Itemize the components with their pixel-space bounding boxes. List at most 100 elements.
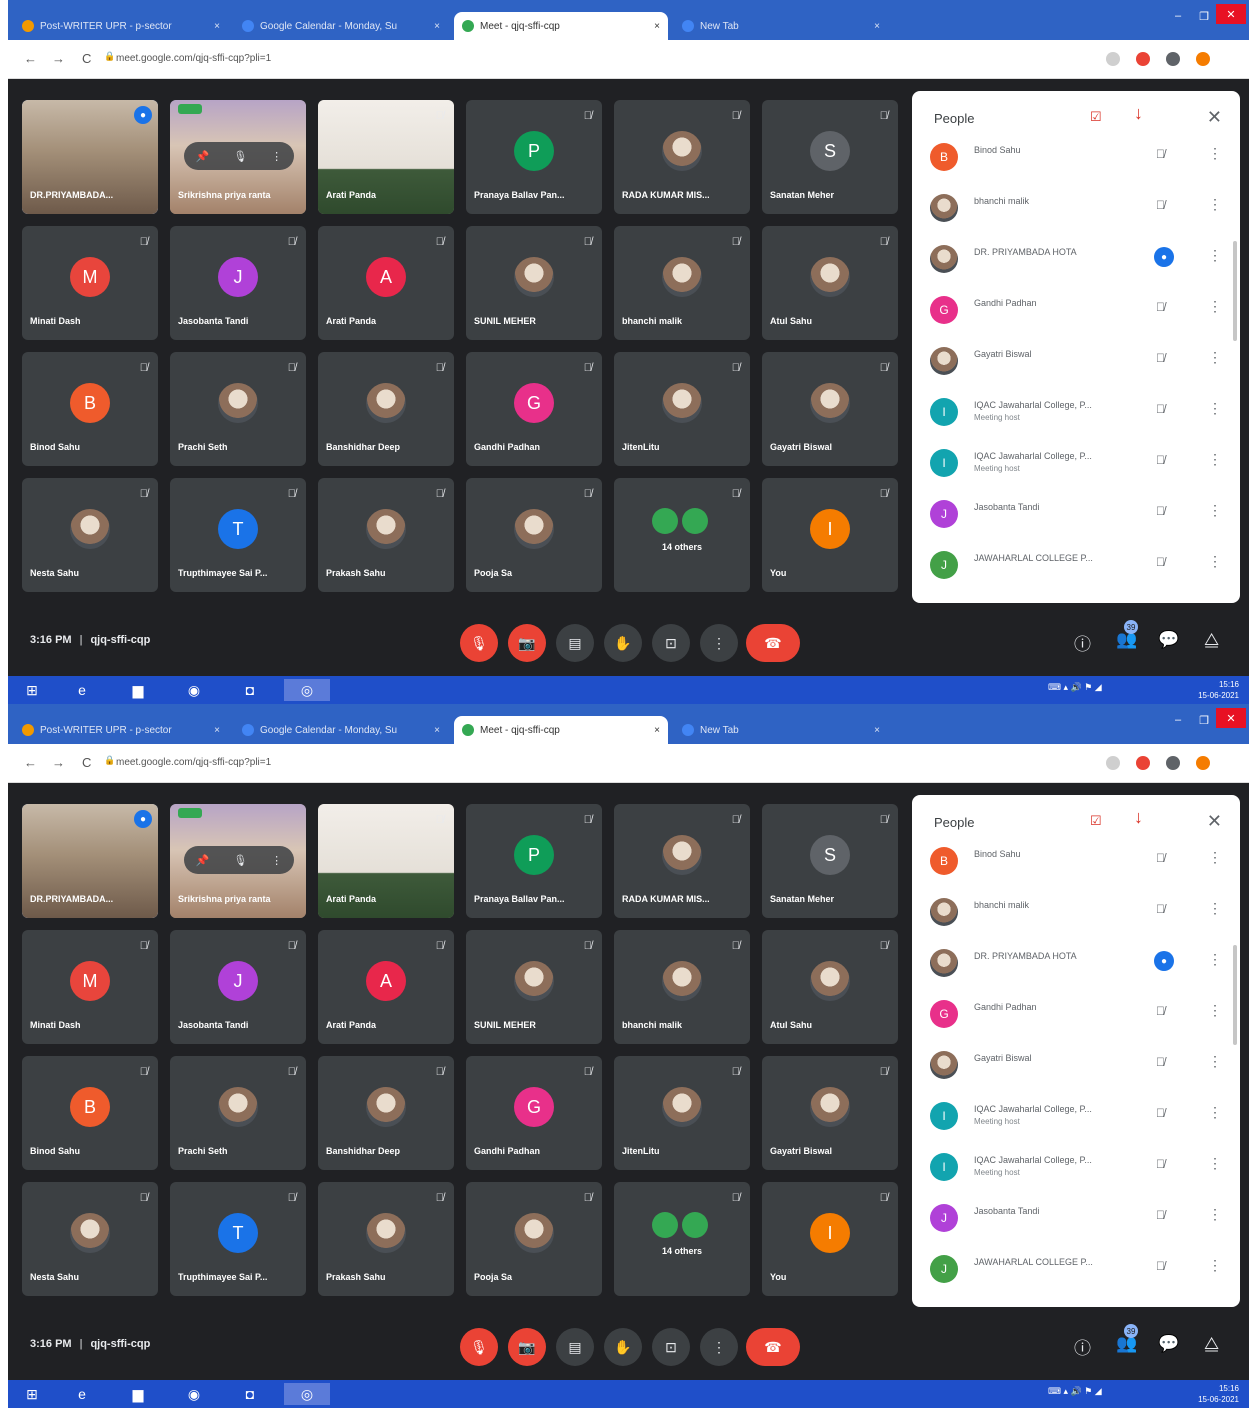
participant-tile[interactable]: 🎙̸ Prachi Seth [170, 352, 306, 466]
file-explorer-icon[interactable]: ▆ [126, 679, 150, 701]
tab-close-icon[interactable]: × [654, 21, 660, 32]
chrome-icon[interactable]: ◎ [284, 1383, 330, 1405]
system-tray[interactable]: ⌨ ▴ 🔊 ⚑ ◢ [1048, 682, 1102, 693]
more-options-icon[interactable]: ⋮ [1208, 400, 1222, 417]
more-options-icon[interactable]: ⋮ [1208, 849, 1222, 866]
more-options-icon[interactable]: ⋮ [1208, 196, 1222, 213]
participant-list-item[interactable]: J Jasobanta Tandi 🎙̸ ⋮ [930, 490, 1224, 538]
participant-list-item[interactable]: bhanchi malik 🎙̸ ⋮ [930, 888, 1224, 936]
mic-off-icon[interactable]: 🎙̸ [1156, 351, 1165, 365]
url-field[interactable]: meet.google.com/qjq-sffi-cqp?pli=1 [116, 50, 1096, 68]
participant-tile[interactable]: 🎙̸ JitenLitu [614, 352, 750, 466]
participant-tile[interactable]: P 🎙̸ Pranaya Ballav Pan... [466, 100, 602, 214]
participant-tile[interactable]: 🎙̸ Gayatri Biswal [762, 352, 898, 466]
more-options-icon[interactable]: ⋮ [1208, 298, 1222, 315]
participant-tile[interactable]: P 🎙̸ Pranaya Ballav Pan... [466, 804, 602, 918]
system-tray[interactable]: ⌨ ▴ 🔊 ⚑ ◢ [1048, 1386, 1102, 1397]
participant-tile[interactable]: ● DR.PRIYAMBADA... [22, 804, 158, 918]
participant-tile[interactable]: 🎙̸ Prakash Sahu [318, 478, 454, 592]
participant-tile[interactable]: ● DR.PRIYAMBADA... [22, 100, 158, 214]
participant-tile[interactable]: 🎙̸ RADA KUMAR MIS... [614, 100, 750, 214]
participant-tile[interactable]: 🎙̸ bhanchi malik [614, 226, 750, 340]
more-options-icon[interactable]: ⋮ [1208, 553, 1222, 570]
participant-list-item[interactable]: J JAWAHARLAL COLLEGE P... 🎙̸ ⋮ [930, 541, 1224, 589]
participant-tile[interactable]: T 🎙̸ Trupthimayee Sai P... [170, 1182, 306, 1296]
start-button-icon[interactable]: ⊞ [20, 1383, 44, 1405]
taskbar-clock[interactable]: 15:16 15-06-2021 [1198, 1383, 1239, 1405]
tab-close-icon[interactable]: × [654, 725, 660, 736]
mic-off-icon[interactable]: 🎙̸ [1156, 198, 1165, 212]
window-minimize-button[interactable]: – [1168, 712, 1188, 728]
browser-tab[interactable]: Post-WRITER UPR - p-sector × [14, 716, 228, 744]
participant-tile[interactable]: 🎙̸ Nesta Sahu [22, 478, 158, 592]
more-options-icon[interactable]: ⋮ [1208, 349, 1222, 366]
remove-participant-icon[interactable]: ⋮ [271, 150, 282, 163]
present-screen-button[interactable]: ⊡ [652, 624, 690, 662]
window-close-button[interactable]: ✕ [1216, 4, 1246, 24]
meeting-info-icon[interactable]: ⓘ [1074, 1334, 1091, 1359]
participant-tile[interactable]: J 🎙̸ Jasobanta Tandi [170, 930, 306, 1044]
file-explorer-icon[interactable]: ▆ [126, 1383, 150, 1405]
participant-tile[interactable]: 🎙̸ SUNIL MEHER [466, 226, 602, 340]
people-icon[interactable]: 👥 39 [1116, 1324, 1138, 1354]
participant-tile[interactable]: A 🎙̸ Arati Panda [318, 930, 454, 1044]
more-options-icon[interactable]: ⋮ [1208, 1257, 1222, 1274]
participant-tile[interactable]: 🎙̸ RADA KUMAR MIS... [614, 804, 750, 918]
browser-tab[interactable]: Google Calendar - Monday, Su × [234, 716, 448, 744]
participant-tile[interactable]: I 🎙̸ You [762, 1182, 898, 1296]
extension-icon[interactable] [1136, 756, 1150, 770]
participant-tile[interactable]: 🎙̸ Prakash Sahu [318, 1182, 454, 1296]
extension-icon[interactable] [1136, 52, 1150, 66]
mic-off-icon[interactable]: 🎙̸ [1156, 1106, 1165, 1120]
mic-off-icon[interactable]: 🎙̸ [1156, 851, 1165, 865]
participant-tile[interactable]: S 🎙̸ Sanatan Meher [762, 804, 898, 918]
participant-tile[interactable]: 🎙̸ Pooja Sa [466, 478, 602, 592]
participant-list-item[interactable]: I IQAC Jawaharlal College, P... Meeting ho… [930, 388, 1224, 436]
participant-list-item[interactable]: Gayatri Biswal 🎙̸ ⋮ [930, 337, 1224, 385]
participant-tile[interactable]: G 🎙̸ Gandhi Padhan [466, 352, 602, 466]
window-maximize-button[interactable]: ❐ [1194, 8, 1214, 24]
participant-tile[interactable]: S 🎙̸ Sanatan Meher [762, 100, 898, 214]
mute-participant-icon[interactable]: 🎙 [233, 150, 247, 163]
more-options-icon[interactable]: ⋮ [1208, 247, 1222, 264]
participant-list-item[interactable]: J Jasobanta Tandi 🎙̸ ⋮ [930, 1194, 1224, 1242]
panel-scrollbar[interactable] [1233, 945, 1237, 1045]
tab-close-icon[interactable]: × [874, 21, 880, 32]
tab-close-icon[interactable]: × [434, 725, 440, 736]
close-panel-icon[interactable]: ✕ [1207, 811, 1222, 832]
firefox-icon[interactable]: ◉ [182, 679, 206, 701]
participant-list-item[interactable]: B Binod Sahu 🎙̸ ⋮ [930, 837, 1224, 885]
activities-icon[interactable]: ⧋ [1204, 630, 1219, 650]
participant-tile[interactable]: 🎙̸ Arati Panda [318, 100, 454, 214]
taskbar-clock[interactable]: 15:16 15-06-2021 [1198, 679, 1239, 701]
pin-icon[interactable]: 📌 [196, 854, 210, 867]
more-options-icon[interactable]: ⋮ [1208, 1002, 1222, 1019]
participant-list-item[interactable]: DR. PRIYAMBADA HOTA ● ⋮ [930, 939, 1224, 987]
participant-tile[interactable]: I 🎙̸ You [762, 478, 898, 592]
more-options-icon[interactable]: ⋮ [1208, 900, 1222, 917]
more-options-icon[interactable]: ⋮ [1208, 451, 1222, 468]
browser-tab[interactable]: Post-WRITER UPR - p-sector × [14, 12, 228, 40]
more-options-icon[interactable]: ⋮ [1208, 1104, 1222, 1121]
tab-close-icon[interactable]: × [214, 21, 220, 32]
participant-tile[interactable]: 📌 🎙 ⋮ Srikrishna priya ranta [170, 100, 306, 214]
tab-close-icon[interactable]: × [434, 21, 440, 32]
participant-tile[interactable]: 🎙̸ Banshidhar Deep [318, 352, 454, 466]
activities-icon[interactable]: ⧋ [1204, 1334, 1219, 1354]
captions-button[interactable]: ▤ [556, 624, 594, 662]
mic-toggle-button[interactable]: 🎙 [460, 1328, 498, 1366]
participant-list-item[interactable]: I IQAC Jawaharlal College, P... Meeting ho… [930, 439, 1224, 487]
extension-icon[interactable] [1106, 52, 1120, 66]
new-tab-button[interactable]: + [628, 18, 644, 34]
more-options-icon[interactable]: ⋮ [1208, 502, 1222, 519]
mic-off-icon[interactable]: 🎙̸ [1156, 1208, 1165, 1222]
internet-explorer-icon[interactable]: e [70, 1383, 94, 1405]
participant-tile[interactable]: T 🎙̸ Trupthimayee Sai P... [170, 478, 306, 592]
camera-toggle-button[interactable]: 📷 [508, 624, 546, 662]
tile-hover-controls[interactable]: 📌 🎙 ⋮ [184, 142, 294, 170]
participant-tile[interactable]: 🎙̸ Arati Panda [318, 804, 454, 918]
mic-off-icon[interactable]: 🎙̸ [1156, 402, 1165, 416]
browser-tab[interactable]: New Tab × [674, 716, 888, 744]
participant-list-item[interactable]: J JAWAHARLAL COLLEGE P... 🎙̸ ⋮ [930, 1245, 1224, 1293]
app-icon[interactable]: ◘ [238, 1383, 262, 1405]
